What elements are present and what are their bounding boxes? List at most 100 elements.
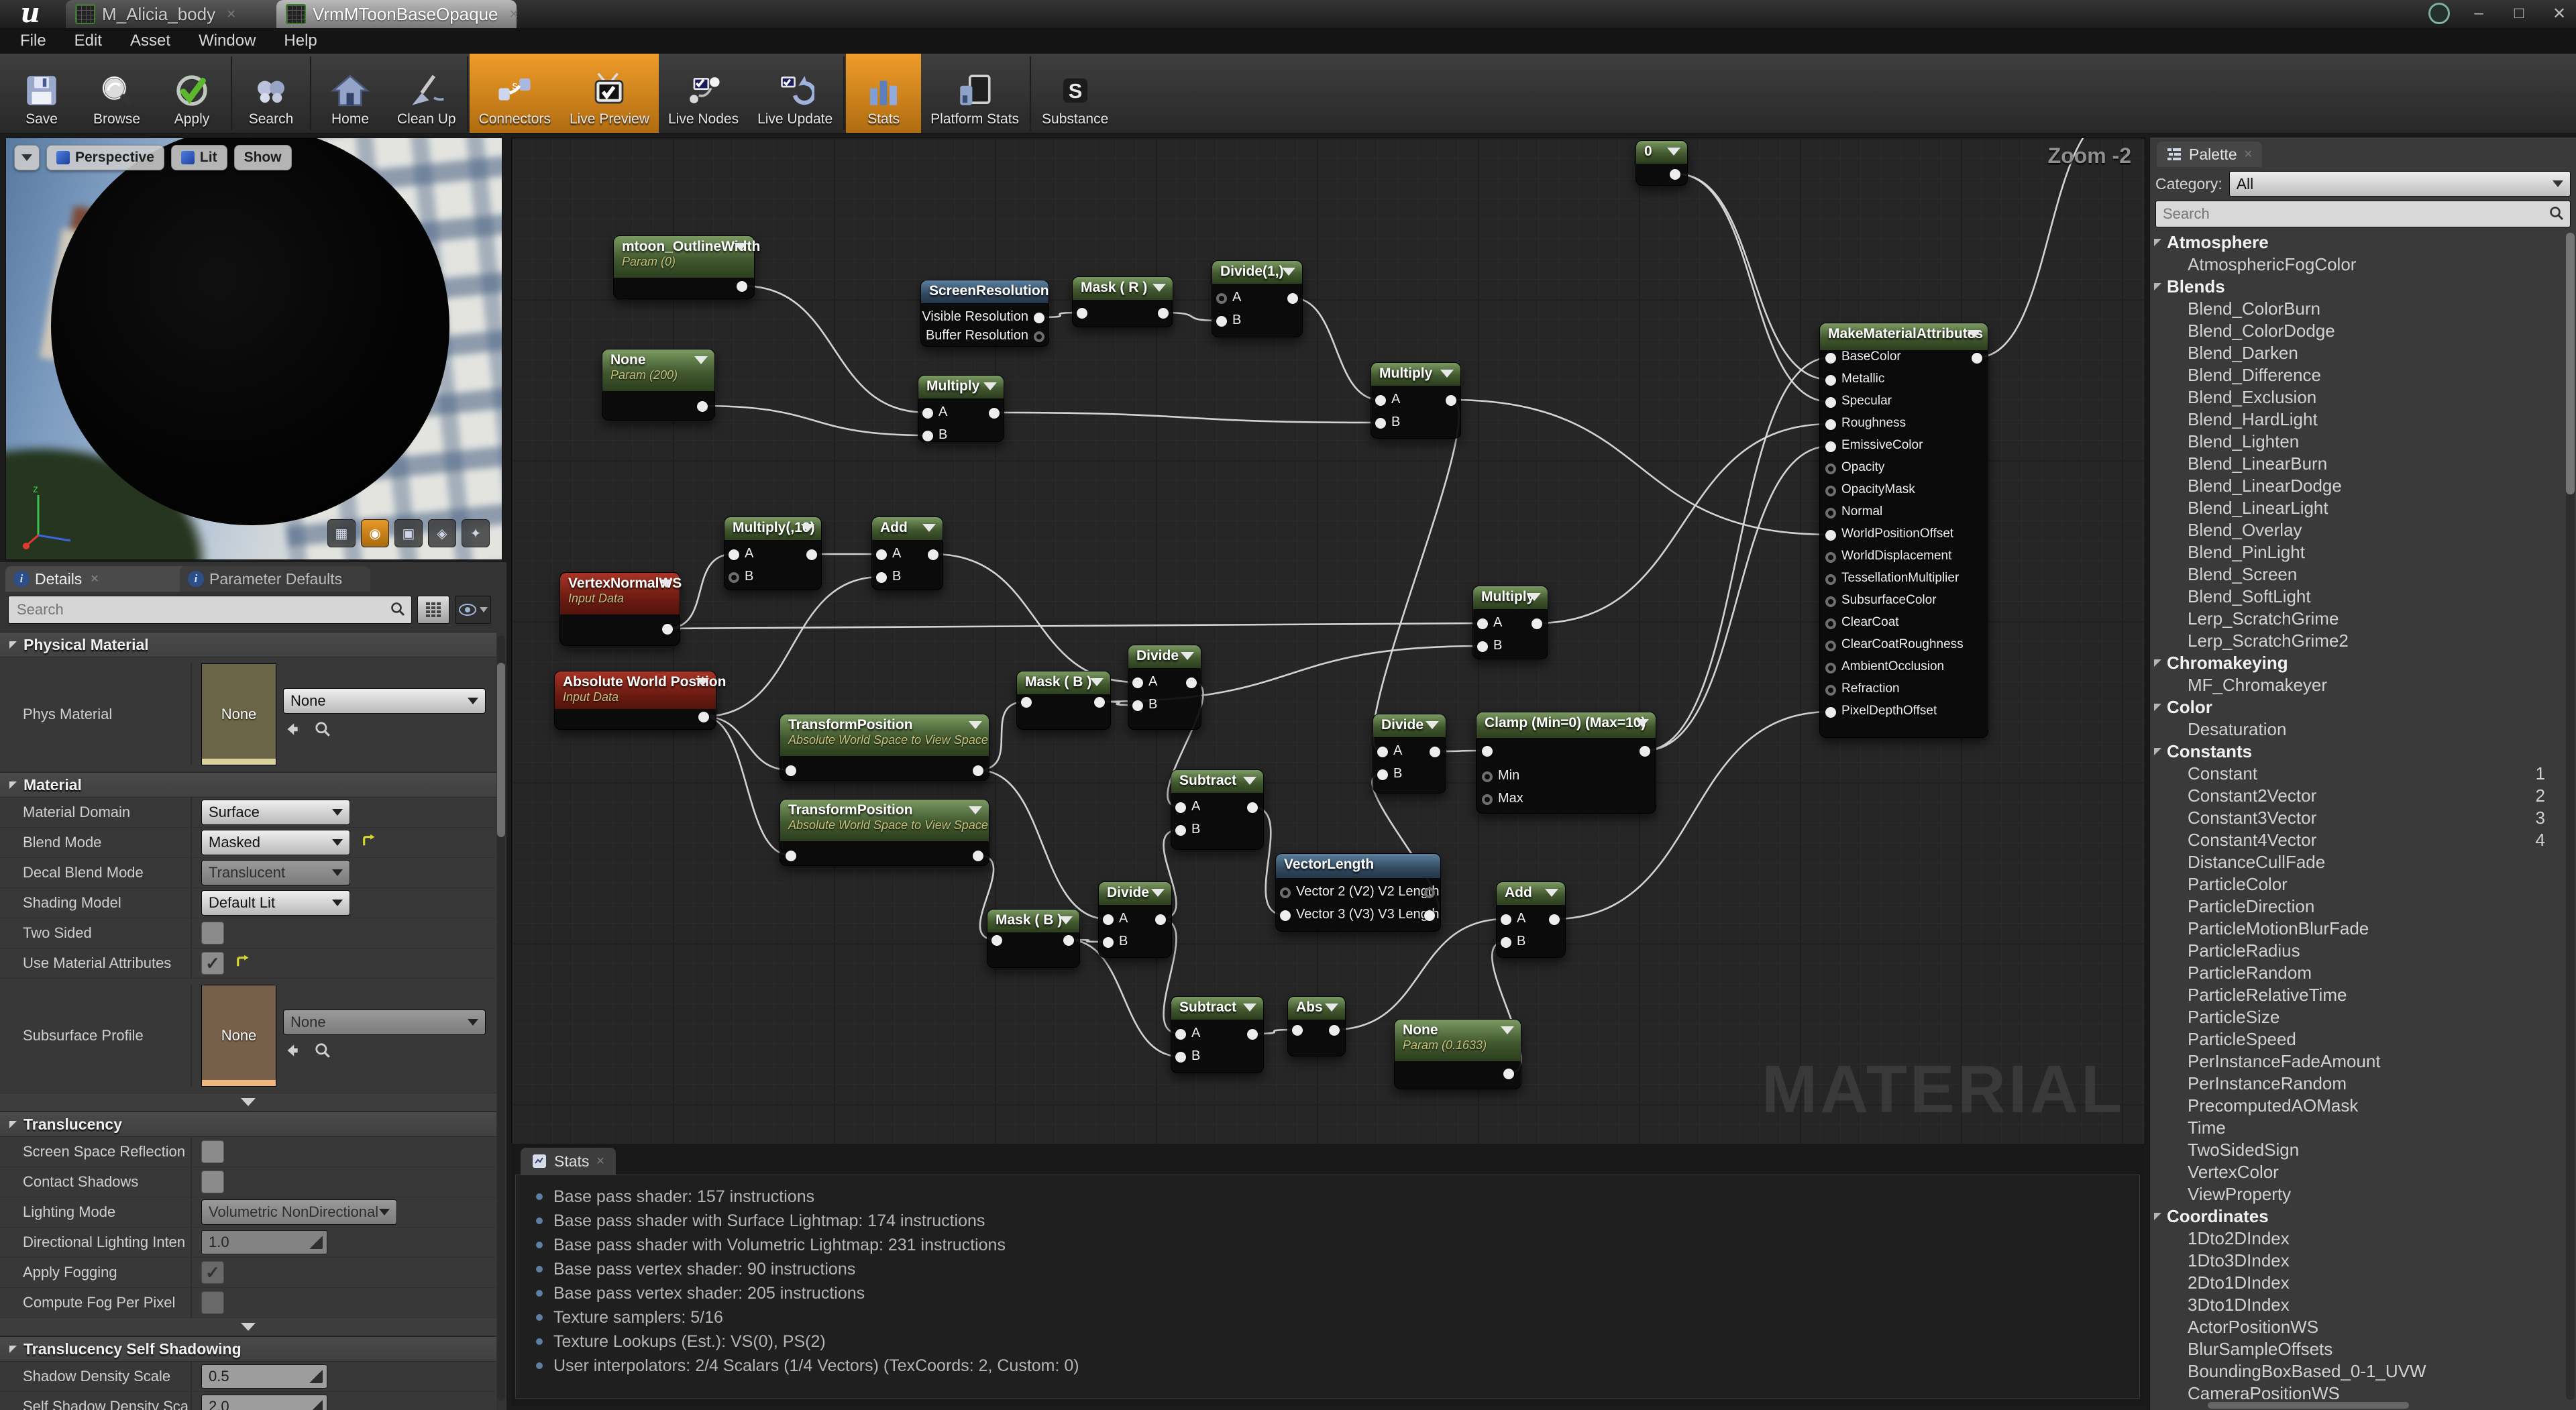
- minimize-button[interactable]: –: [2467, 4, 2490, 23]
- viewport-icon-2[interactable]: ◉: [361, 519, 389, 547]
- pin[interactable]: [698, 712, 709, 722]
- palette-item-1dto3dindex[interactable]: 1Dto3DIndex: [2150, 1250, 2563, 1272]
- pin[interactable]: [1825, 464, 1836, 474]
- pin[interactable]: [1034, 313, 1044, 323]
- node-abs[interactable]: Abs: [1287, 996, 1346, 1056]
- palette-item-blend_difference[interactable]: Blend_Difference: [2150, 364, 2563, 386]
- livepreview-button[interactable]: Live Preview: [560, 54, 659, 133]
- search-button[interactable]: Search: [233, 54, 309, 133]
- viewport-icon-3[interactable]: ▣: [394, 519, 423, 547]
- node-multiply-10[interactable]: Multiply(,10)AB: [724, 517, 822, 590]
- node-divide-right[interactable]: DivideAB: [1373, 714, 1446, 794]
- pin[interactable]: [1446, 395, 1456, 406]
- pin[interactable]: [1670, 169, 1680, 180]
- phys-material-thumbnail[interactable]: None: [201, 663, 276, 765]
- show-menu-button[interactable]: Show: [234, 145, 292, 170]
- pin[interactable]: [1280, 887, 1291, 898]
- pin[interactable]: [1175, 825, 1186, 836]
- pin[interactable]: [1825, 707, 1836, 718]
- node-none-param200[interactable]: NoneParam (200): [602, 349, 715, 421]
- material-domain-dropdown[interactable]: Surface: [201, 800, 350, 825]
- pin[interactable]: [1825, 685, 1836, 696]
- connectors-button[interactable]: sConnectors: [470, 54, 560, 133]
- compute-fog-per-pixel-checkbox[interactable]: [201, 1291, 224, 1314]
- pin[interactable]: [737, 281, 747, 292]
- pin[interactable]: [1377, 769, 1388, 780]
- palette-item-blend_screen[interactable]: Blend_Screen: [2150, 563, 2563, 586]
- node-subtract-center[interactable]: SubtractAB: [1171, 769, 1264, 850]
- menu-edit[interactable]: Edit: [74, 32, 102, 50]
- palette-item-particlecolor[interactable]: ParticleColor: [2150, 873, 2563, 896]
- blend-mode-dropdown[interactable]: Masked: [201, 830, 350, 855]
- tab-stats[interactable]: Stats ✕: [521, 1148, 616, 1175]
- pin[interactable]: [1825, 353, 1836, 364]
- pin[interactable]: [1216, 316, 1227, 327]
- tab-close-icon[interactable]: ✕: [90, 572, 99, 586]
- pin[interactable]: [1825, 419, 1836, 430]
- palette-item-blend_colorburn[interactable]: Blend_ColorBurn: [2150, 298, 2563, 320]
- node-transformposition-2[interactable]: TransformPositionAbsolute World Space to…: [780, 799, 989, 866]
- pin[interactable]: [1158, 308, 1169, 319]
- lit-mode-button[interactable]: Lit: [171, 145, 227, 170]
- node-vectorlength[interactable]: VectorLengthVector 2 (V2) V2 LengthVecto…: [1275, 853, 1441, 932]
- pin[interactable]: [1103, 937, 1114, 948]
- node-multiply-top[interactable]: MultiplyAB: [918, 375, 1004, 442]
- contact-shadows-checkbox[interactable]: [201, 1171, 224, 1193]
- section-expander[interactable]: [0, 1093, 496, 1111]
- palette-group-color[interactable]: Color: [2150, 696, 2563, 718]
- pin[interactable]: [1501, 914, 1511, 925]
- pin[interactable]: [1287, 293, 1298, 304]
- palette-item-twosidedsign[interactable]: TwoSidedSign: [2150, 1139, 2563, 1161]
- palette-group-coordinates[interactable]: Coordinates: [2150, 1205, 2563, 1228]
- pin[interactable]: [1549, 914, 1560, 925]
- pin[interactable]: [1825, 552, 1836, 563]
- spinner-icon[interactable]: [309, 1400, 323, 1410]
- menu-help[interactable]: Help: [284, 32, 317, 50]
- pin[interactable]: [1329, 1025, 1340, 1036]
- pin[interactable]: [1477, 618, 1488, 629]
- save-button[interactable]: Save: [4, 54, 79, 133]
- palette-item-viewproperty[interactable]: ViewProperty: [2150, 1183, 2563, 1205]
- pin[interactable]: [928, 549, 938, 560]
- node-divide-bottom[interactable]: DivideAB: [1098, 881, 1172, 958]
- node-transformposition-1[interactable]: TransformPositionAbsolute World Space to…: [780, 714, 989, 781]
- pin[interactable]: [1825, 663, 1836, 673]
- section-header-translucency[interactable]: Translucency: [0, 1111, 496, 1137]
- details-search-input[interactable]: [9, 596, 411, 623]
- tab-close-icon[interactable]: ✕: [226, 7, 236, 21]
- tab-close-icon[interactable]: ✕: [2244, 148, 2253, 161]
- stats-button[interactable]: Stats: [846, 54, 921, 133]
- palette-group-atmosphere[interactable]: Atmosphere: [2150, 231, 2563, 254]
- palette-item-blend_lineardodge[interactable]: Blend_LinearDodge: [2150, 475, 2563, 497]
- menu-file[interactable]: File: [20, 32, 46, 50]
- viewport-icon-1[interactable]: ▦: [327, 519, 356, 547]
- pin[interactable]: [1825, 508, 1836, 519]
- node-screenresolution[interactable]: ScreenResolutionVisible ResolutionBuffer…: [920, 280, 1049, 347]
- palette-item-vertexcolor[interactable]: VertexColor: [2150, 1161, 2563, 1183]
- palette-item-actorpositionws[interactable]: ActorPositionWS: [2150, 1316, 2563, 1338]
- pin[interactable]: [1532, 618, 1542, 629]
- maximize-button[interactable]: □: [2508, 4, 2530, 23]
- spinner-icon[interactable]: [309, 1370, 323, 1383]
- pin[interactable]: [1424, 887, 1435, 898]
- palette-item-blend_softlight[interactable]: Blend_SoftLight: [2150, 586, 2563, 608]
- palette-item-constant[interactable]: Constant1: [2150, 763, 2563, 785]
- pin[interactable]: [1477, 641, 1488, 652]
- pin[interactable]: [1424, 910, 1435, 921]
- palette-item-3dto1dindex[interactable]: 3Dto1DIndex: [2150, 1294, 2563, 1316]
- node-add-bottom[interactable]: AddAB: [1496, 881, 1566, 958]
- phys-material-dropdown[interactable]: None: [283, 688, 486, 714]
- palette-item-constant3vector[interactable]: Constant3Vector3: [2150, 807, 2563, 829]
- document-tab-vrmmtoonbaseopaque[interactable]: VrmMToonBaseOpaque ✕: [276, 0, 517, 28]
- pin[interactable]: [697, 401, 708, 412]
- palette-item-time[interactable]: Time: [2150, 1117, 2563, 1139]
- category-dropdown[interactable]: All: [2229, 171, 2571, 197]
- material-node-graph[interactable]: 0mtoon_OutlineWidthParam (0)NoneParam (2…: [511, 138, 2145, 1145]
- window-badge-icon[interactable]: [2428, 3, 2450, 24]
- node-mask-b-bottom[interactable]: Mask ( B ): [987, 909, 1080, 968]
- close-button[interactable]: ✕: [2548, 4, 2571, 23]
- pin[interactable]: [922, 408, 933, 419]
- node-multiply-right[interactable]: MultiplyAB: [1371, 362, 1461, 439]
- node-multiply-mid[interactable]: MultiplyAB: [1472, 586, 1548, 659]
- pin[interactable]: [1103, 914, 1114, 925]
